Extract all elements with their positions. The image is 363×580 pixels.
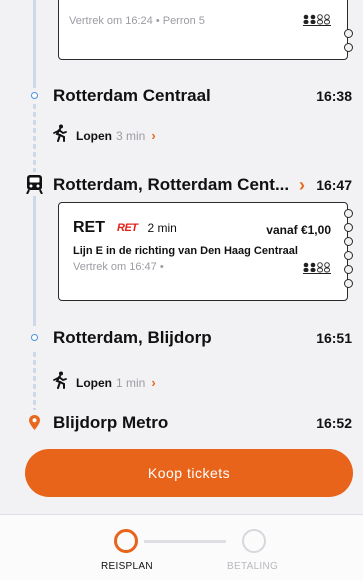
step-reisplan-circle[interactable]	[114, 529, 138, 553]
ticket-card-previous[interactable]: Vertrek om 16:24 • Perron 5	[58, 0, 353, 60]
stop-name: Rotterdam Centraal	[53, 86, 211, 105]
stop-time: 16:38	[316, 88, 352, 104]
chevron-right-icon: ›	[151, 128, 156, 143]
card-header: RET RET 2 min	[73, 219, 177, 237]
depart-info: Vertrek om 16:24 • Perron 5	[69, 15, 205, 27]
ride-duration: 2 min	[147, 221, 177, 235]
stepper-connector	[144, 540, 226, 543]
ret-logo: RET	[117, 222, 138, 234]
step-betaling-circle[interactable]	[242, 529, 266, 553]
walk-duration: 3 min	[116, 128, 146, 143]
occupancy-icon	[303, 14, 331, 29]
walk-label: Lopen	[76, 375, 112, 390]
metro-train-icon	[26, 175, 43, 199]
step-label-reisplan: REISPLAN	[101, 561, 153, 572]
occupancy-icon	[303, 261, 331, 279]
stop-time: 16:52	[316, 415, 352, 431]
stop-time: 16:47	[316, 177, 352, 193]
walk-segment-2[interactable]: Lopen 1 min ›	[52, 371, 156, 394]
walk-label: Lopen	[76, 128, 112, 143]
progress-stepper: REISPLAN BETALING	[0, 514, 363, 580]
walking-person-icon	[52, 371, 68, 394]
step-label-betaling: BETALING	[227, 561, 279, 572]
stop-rotterdam-centraal-metro[interactable]: Rotterdam, Rotterdam Cent... › 16:47	[0, 171, 363, 199]
walking-person-icon	[52, 124, 68, 147]
stop-blijdorp-metro[interactable]: Blijdorp Metro 16:52	[0, 409, 363, 437]
operator-name: RET	[73, 219, 105, 236]
stop-rotterdam-centraal[interactable]: Rotterdam Centraal 16:38	[0, 82, 363, 110]
journey-screen: Vertrek om 16:24 • Perron 5 Rotterdam Ce…	[0, 0, 363, 580]
chevron-right-icon: ›	[299, 174, 305, 195]
destination-pin-icon	[29, 415, 40, 435]
stop-dot-icon	[28, 331, 41, 344]
buy-tickets-button[interactable]: Koop tickets	[25, 449, 353, 497]
walk-duration: 1 min	[116, 375, 146, 390]
stop-name: Rotterdam, Blijdorp	[53, 328, 212, 347]
stop-rotterdam-blijdorp[interactable]: Rotterdam, Blijdorp 16:51	[0, 324, 363, 352]
walk-segment-1[interactable]: Lopen 3 min ›	[52, 124, 156, 147]
depart-info: Vertrek om 16:47 •	[73, 261, 164, 273]
timeline-walk-dash	[33, 352, 36, 410]
price: vanaf €1,00	[266, 223, 331, 237]
timeline-line	[33, 0, 36, 88]
timeline-walk-dash	[33, 104, 36, 172]
line-direction: Lijn E in de richting van Den Haag Centr…	[73, 245, 298, 257]
timeline-line	[33, 196, 36, 326]
stop-time: 16:51	[316, 330, 352, 346]
chevron-right-icon: ›	[151, 375, 156, 390]
stop-dot-icon	[28, 89, 41, 102]
ticket-card-ret[interactable]: RET RET 2 min vanaf €1,00 Lijn E in de r…	[58, 202, 353, 301]
stop-name: Blijdorp Metro	[53, 413, 169, 432]
stop-name: Rotterdam, Rotterdam Cent...	[53, 175, 290, 194]
